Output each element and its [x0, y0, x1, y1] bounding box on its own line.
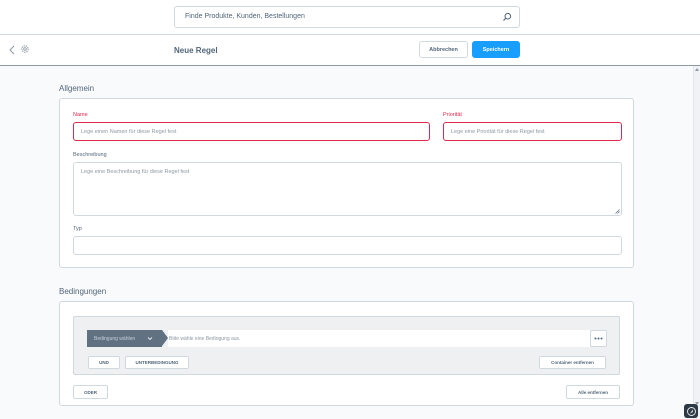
more-icon — [594, 337, 603, 340]
condition-select-label: Bedingung wählen — [94, 335, 136, 342]
type-select[interactable] — [73, 236, 622, 255]
search-input[interactable]: Finde Produkte, Kunden, Bestellungen — [185, 13, 305, 20]
brand-badge[interactable] — [684, 404, 698, 418]
name-input[interactable]: Lege einen Namen für diese Regel fest — [73, 122, 430, 141]
condition-type-select[interactable]: Bedingung wählen — [87, 330, 168, 347]
global-search[interactable]: Finde Produkte, Kunden, Bestellungen — [174, 6, 520, 28]
back-icon[interactable] — [8, 45, 16, 55]
gear-icon[interactable] — [20, 44, 30, 54]
subcondition-button[interactable]: UNTERBEDINGUNG — [125, 356, 189, 369]
type-label: Typ — [73, 226, 82, 232]
save-button[interactable]: Speichern — [472, 41, 520, 58]
description-textarea[interactable]: Lege eine Beschreibung für diese Regel f… — [73, 162, 622, 216]
scrollbar[interactable] — [693, 66, 700, 419]
and-button[interactable]: UND — [88, 356, 120, 369]
search-icon[interactable] — [502, 12, 512, 22]
page-title: Neue Regel — [174, 46, 218, 55]
resize-icon[interactable] — [615, 209, 620, 214]
top-bar: Finde Produkte, Kunden, Bestellungen — [0, 0, 700, 35]
brand-icon — [686, 406, 696, 416]
or-button[interactable]: ODER — [73, 385, 108, 399]
description-label: Beschreibung — [73, 152, 107, 158]
action-bar: Neue Regel Abbrechen Speichern — [0, 35, 700, 66]
name-label: Name — [73, 112, 88, 118]
description-placeholder: Lege eine Beschreibung für diese Regel f… — [81, 169, 190, 175]
scroll-up-arrow-icon[interactable] — [695, 68, 699, 71]
remove-all-button[interactable]: Alle entfernen — [566, 385, 620, 399]
general-card: Name Lege einen Namen für diese Regel fe… — [59, 98, 634, 268]
priority-label: Priorität — [443, 112, 462, 118]
cancel-button[interactable]: Abbrechen — [419, 41, 468, 58]
condition-more-button[interactable] — [590, 330, 607, 347]
condition-value-field[interactable]: Bitte wähle eine Bedingung aus. — [168, 330, 590, 347]
conditions-section-title: Bedingungen — [59, 287, 107, 296]
condition-container: Bedingung wählen Bitte wähle eine Beding… — [73, 316, 620, 375]
remove-container-button[interactable]: Container entfernen — [539, 356, 606, 369]
general-section-title: Allgemein — [59, 84, 95, 93]
priority-input[interactable]: Lege eine Priorität für diese Regel fest — [443, 122, 622, 141]
chevron-down-icon[interactable] — [147, 336, 153, 341]
